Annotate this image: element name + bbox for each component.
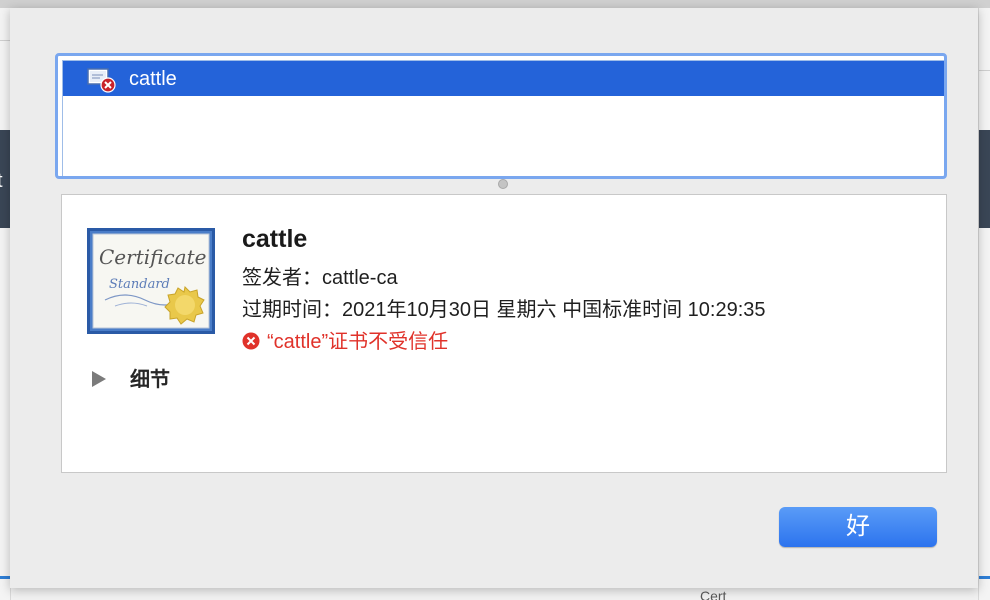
issuer-line: 签发者：cattle-ca	[242, 261, 398, 290]
certificate-title: cattle	[242, 225, 308, 253]
certificate-image-word: Certificate	[99, 245, 206, 269]
certificate-list-item-cattle[interactable]: cattle	[63, 61, 944, 96]
details-disclosure-toggle[interactable]: 细节	[92, 363, 170, 392]
background-window-right	[978, 8, 990, 600]
trust-status-text: “cattle”证书不受信任	[267, 331, 449, 353]
background-accent-line	[979, 576, 990, 579]
background-accent-line	[0, 576, 10, 579]
ok-button[interactable]: 好	[779, 507, 937, 547]
expiration-value: 2021年10月30日 星期六 中国标准时间 10:29:35	[342, 299, 766, 321]
certificate-list-inner: cattle	[62, 60, 944, 176]
background-divider	[979, 70, 990, 71]
certificate-image-subword: Standard	[109, 277, 170, 292]
background-divider	[0, 40, 10, 41]
certificate-sheet-dialog: cattle Certificate Standard cattle 签发者：c…	[10, 8, 978, 588]
certificate-details-panel: Certificate Standard cattle 签发者：cattle-c…	[61, 194, 947, 473]
certificate-list-item-label: cattle	[129, 68, 177, 90]
certificate-error-icon	[87, 67, 116, 93]
expiration-line: 过期时间：2021年10月30日 星期六 中国标准时间 10:29:35	[242, 293, 766, 322]
issuer-value: cattle-ca	[322, 267, 398, 289]
disclosure-triangle-icon[interactable]	[92, 371, 106, 387]
details-toggle-label: 细节	[130, 369, 170, 391]
background-dark-band-right	[979, 130, 990, 228]
issuer-label: 签发者：	[242, 267, 322, 289]
certificate-list[interactable]: cattle	[55, 53, 947, 179]
certificate-standard-icon: Certificate Standard	[87, 228, 215, 334]
expiration-label: 过期时间：	[242, 299, 342, 321]
background-text-fragment: Cert	[700, 588, 727, 600]
error-x-circle-icon	[242, 332, 260, 350]
split-view-handle[interactable]	[498, 179, 508, 189]
trust-status-line: “cattle”证书不受信任	[242, 325, 448, 354]
window-titlebar-edge	[0, 0, 990, 8]
background-text-fragment: t	[0, 170, 3, 193]
background-dark-band-left: t	[0, 130, 10, 228]
